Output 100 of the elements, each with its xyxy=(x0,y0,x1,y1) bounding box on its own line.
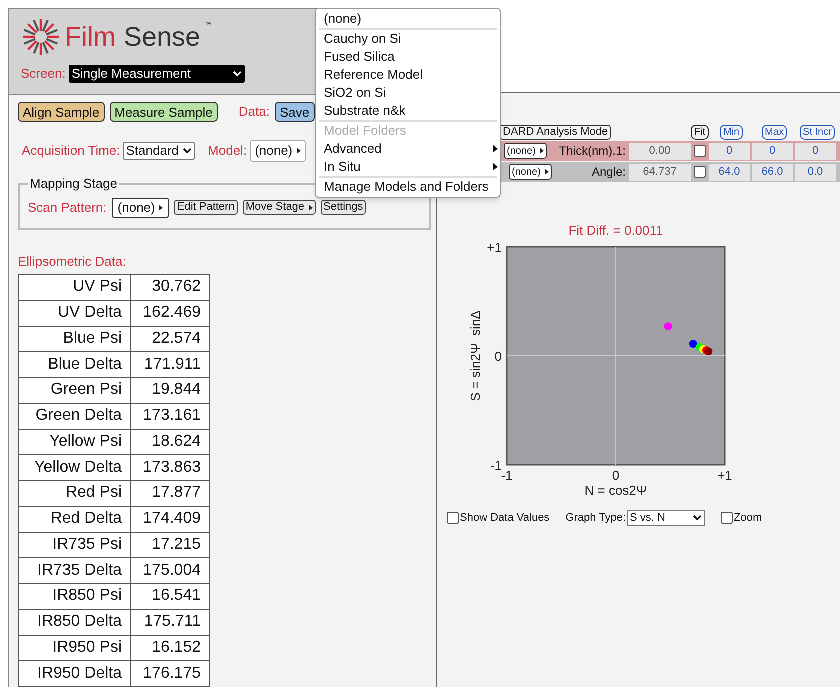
parameter-select-button[interactable]: (none) xyxy=(504,143,547,159)
table-cell: IR735 Psi xyxy=(18,532,130,558)
table-cell: IR735 Delta xyxy=(18,558,130,584)
table-cell: UV Delta xyxy=(18,300,130,326)
table-cell: 171.911 xyxy=(130,352,210,378)
menu-item[interactable]: Advanced xyxy=(316,140,500,158)
model-select-button[interactable]: (none) xyxy=(250,140,306,162)
table-cell: Blue Delta xyxy=(18,352,130,378)
checkbox[interactable] xyxy=(447,512,459,524)
menu-item[interactable]: Substrate n&k xyxy=(316,102,500,120)
logo-text: Film xyxy=(65,24,116,50)
triangle-icon xyxy=(540,148,544,154)
triangle-icon xyxy=(308,204,313,210)
value-field[interactable]: 0.00 xyxy=(629,142,691,160)
menu-item[interactable]: Reference Model xyxy=(316,66,500,84)
acquisition-select[interactable]: Standard xyxy=(123,142,196,160)
table-cell: 174.409 xyxy=(130,506,210,532)
logo-text: Sense xyxy=(124,24,201,50)
max-field[interactable]: 66.0 xyxy=(752,164,793,180)
table-cell: IR850 Psi xyxy=(18,584,130,610)
table-cell: 18.624 xyxy=(130,429,210,455)
checkbox[interactable] xyxy=(694,145,706,157)
model-label: Model: xyxy=(208,142,248,160)
table-cell: 176.175 xyxy=(130,660,210,686)
ellipsometric-label: Ellipsometric Data: xyxy=(18,252,128,271)
table-cell: IR950 Delta xyxy=(18,660,130,686)
stage-button[interactable]: Edit Pattern xyxy=(174,200,238,215)
x-tick-label: 0 xyxy=(612,468,620,483)
stage-button[interactable]: Settings xyxy=(320,200,366,215)
action-button[interactable]: Align Sample xyxy=(18,102,105,122)
menu-item[interactable]: (none) xyxy=(316,10,500,28)
max-field[interactable]: 0 xyxy=(752,142,793,160)
x-tick-label: +1 xyxy=(718,468,732,483)
group-legend: Mapping Stage xyxy=(28,174,120,194)
table-cell: 22.574 xyxy=(130,326,210,352)
table-cell: Yellow Psi xyxy=(18,429,130,455)
screen-select[interactable]: Single Measurement xyxy=(68,64,245,83)
table-cell: Blue Psi xyxy=(18,326,130,352)
chevron-down-icon xyxy=(232,70,242,77)
step-field[interactable]: 0.0 xyxy=(795,164,836,180)
chevron-down-icon xyxy=(183,148,192,154)
table-cell: 173.161 xyxy=(130,403,210,429)
triangle-icon xyxy=(159,204,164,210)
table-cell: Green Psi xyxy=(18,378,130,404)
table-cell: Yellow Delta xyxy=(18,454,130,480)
data-label: Data: xyxy=(238,103,270,122)
menu-item[interactable]: SiO2 on Si xyxy=(316,84,500,102)
min-field[interactable]: 64.0 xyxy=(709,164,750,180)
menu-item[interactable]: In Situ xyxy=(316,158,500,176)
triangle-icon xyxy=(296,148,301,154)
parameter-label: Thick(nm).1: xyxy=(558,143,626,160)
table-cell: 16.152 xyxy=(130,635,210,661)
min-field[interactable]: 0 xyxy=(709,142,750,160)
table-cell: 162.469 xyxy=(130,300,210,326)
table-cell: Red Psi xyxy=(18,480,130,506)
sunburst-logo-icon xyxy=(21,17,61,57)
graph-type-label: Graph Type: xyxy=(566,511,626,526)
parameter-select-button[interactable]: (none) xyxy=(509,164,552,180)
parameter-label: Angle: xyxy=(590,164,626,181)
menu-item[interactable]: Cauchy on Si xyxy=(316,30,500,48)
step-field[interactable]: 0 xyxy=(795,142,836,160)
checkbox[interactable] xyxy=(694,166,706,178)
column-header: St Incr xyxy=(800,124,835,140)
table-cell: Red Delta xyxy=(18,506,130,532)
table-cell: UV Psi xyxy=(18,274,130,300)
checkbox-label: Zoom xyxy=(734,511,762,526)
submenu-arrow-icon xyxy=(493,163,498,171)
scan-pattern-label: Scan Pattern: xyxy=(28,198,107,217)
scan-pattern-select-button[interactable]: (none) xyxy=(112,198,170,218)
table-cell: IR850 Delta xyxy=(18,609,130,635)
checkbox[interactable] xyxy=(721,512,734,524)
value-field[interactable]: 64.737 xyxy=(629,164,691,180)
y-tick-label: 0 xyxy=(494,349,502,364)
table-cell: IR950 Psi xyxy=(18,635,130,661)
menu-item[interactable]: Manage Models and Folders xyxy=(316,178,500,196)
table-cell: 175.004 xyxy=(130,558,210,584)
table-cell: 17.215 xyxy=(130,532,210,558)
table-cell: 19.844 xyxy=(130,378,210,404)
save-button[interactable]: Save xyxy=(274,102,315,122)
action-button[interactable]: Measure Sample xyxy=(110,102,218,122)
stage-button[interactable]: Move Stage xyxy=(242,200,316,215)
chevron-down-icon xyxy=(693,515,702,522)
table-cell: 16.541 xyxy=(130,584,210,610)
screen-label: Screen: xyxy=(21,65,66,83)
table-cell: 175.711 xyxy=(130,609,210,635)
chart-title: Fit Diff. = 0.0011 xyxy=(568,223,664,238)
y-tick-label: -1 xyxy=(490,458,502,473)
triangle-icon xyxy=(544,169,549,175)
menu-item[interactable]: Fused Silica xyxy=(316,48,500,66)
column-header: Fit xyxy=(691,124,709,140)
table-cell: Green Delta xyxy=(18,403,130,429)
graph-type-select[interactable]: S vs. N xyxy=(627,510,706,526)
submenu-arrow-icon xyxy=(493,145,498,153)
y-axis-label: S = sin2Ψ sinΔ xyxy=(468,310,483,402)
y-tick-label: +1 xyxy=(487,240,502,255)
acquisition-label: Acquisition Time: xyxy=(22,142,120,160)
table-cell: 17.877 xyxy=(130,480,210,506)
column-header: Max xyxy=(762,124,787,140)
x-axis-label: N = cos2Ψ xyxy=(584,483,648,498)
table-cell: 30.762 xyxy=(130,274,210,300)
